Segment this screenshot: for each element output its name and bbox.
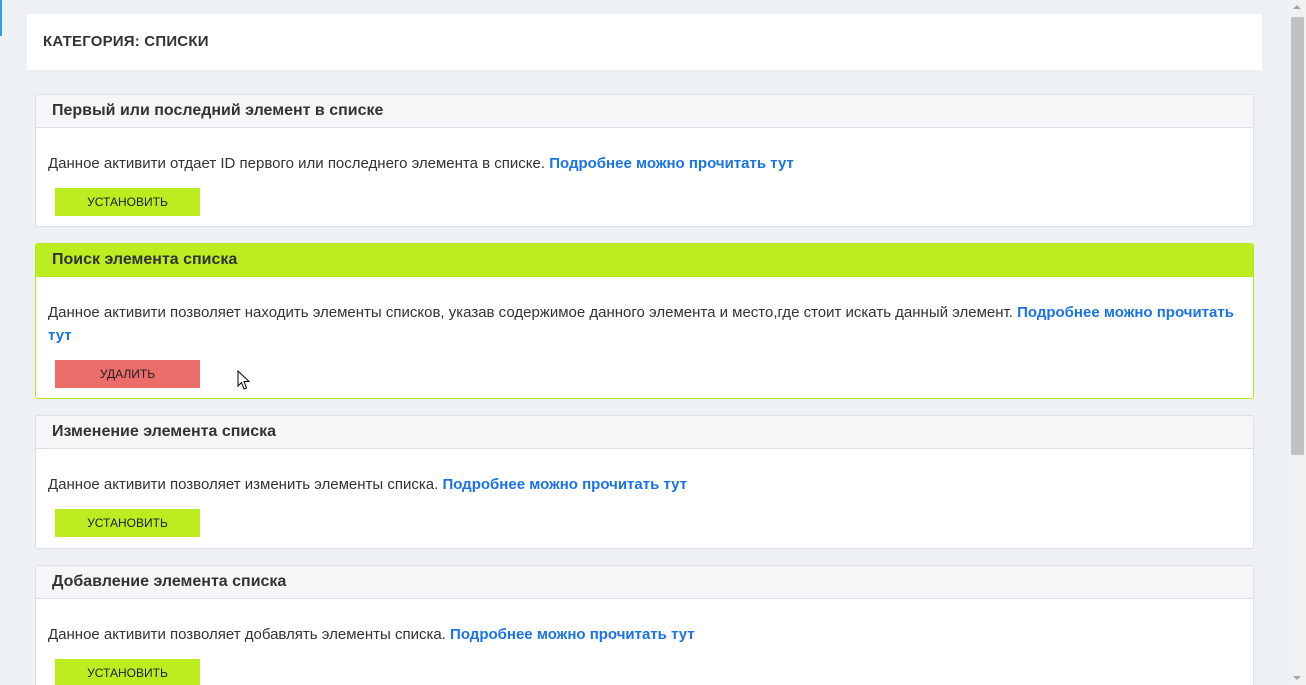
category-title: КАТЕГОРИЯ: СПИСКИ <box>43 33 209 50</box>
activity-card-search-element: Поиск элемента списка Данное активити по… <box>35 243 1254 399</box>
scroll-down-arrow-icon[interactable] <box>1293 676 1301 680</box>
activity-description: Данное активити позволяет изменить элеме… <box>48 476 439 493</box>
install-button[interactable]: УСТАНОВИТЬ <box>55 188 200 216</box>
activity-card-add-element: Добавление элемента списка Данное активи… <box>35 565 1254 685</box>
scroll-up-arrow-icon[interactable] <box>1293 5 1301 9</box>
activity-card-body: Данное активити позволяет изменить элеме… <box>36 449 1253 537</box>
activity-card-title: Первый или последний элемент в списке <box>36 95 1253 128</box>
activity-card-edit-element: Изменение элемента списка Данное активит… <box>35 415 1254 549</box>
scroll-thumb[interactable] <box>1291 17 1304 455</box>
install-button[interactable]: УСТАНОВИТЬ <box>55 659 200 685</box>
left-edge-accent <box>0 0 6 685</box>
read-more-link[interactable]: Подробнее можно прочитать тут <box>549 155 794 172</box>
activity-card-body: Данное активити отдает ID первого или по… <box>36 128 1253 216</box>
activity-card-body: Данное активити позволяет находить элеме… <box>36 277 1253 388</box>
vertical-scrollbar[interactable] <box>1289 0 1306 685</box>
mouse-cursor-icon <box>237 370 251 390</box>
activity-card-title: Добавление элемента списка <box>36 566 1253 599</box>
activity-description: Данное активити позволяет добавлять элем… <box>48 626 446 643</box>
activity-card-first-last: Первый или последний элемент в списке Да… <box>35 94 1254 227</box>
read-more-link[interactable]: Подробнее можно прочитать тут <box>442 476 687 493</box>
read-more-link[interactable]: Подробнее можно прочитать тут <box>450 626 695 643</box>
remove-button[interactable]: УДАЛИТЬ <box>55 360 200 388</box>
category-header: КАТЕГОРИЯ: СПИСКИ <box>27 14 1262 70</box>
install-button[interactable]: УСТАНОВИТЬ <box>55 509 200 537</box>
activity-description: Данное активити позволяет находить элеме… <box>48 304 1013 321</box>
activity-card-title: Поиск элемента списка <box>36 244 1253 277</box>
activity-card-title: Изменение элемента списка <box>36 416 1253 449</box>
activity-description: Данное активити отдает ID первого или по… <box>48 155 546 172</box>
activity-card-body: Данное активити позволяет добавлять элем… <box>36 599 1253 685</box>
